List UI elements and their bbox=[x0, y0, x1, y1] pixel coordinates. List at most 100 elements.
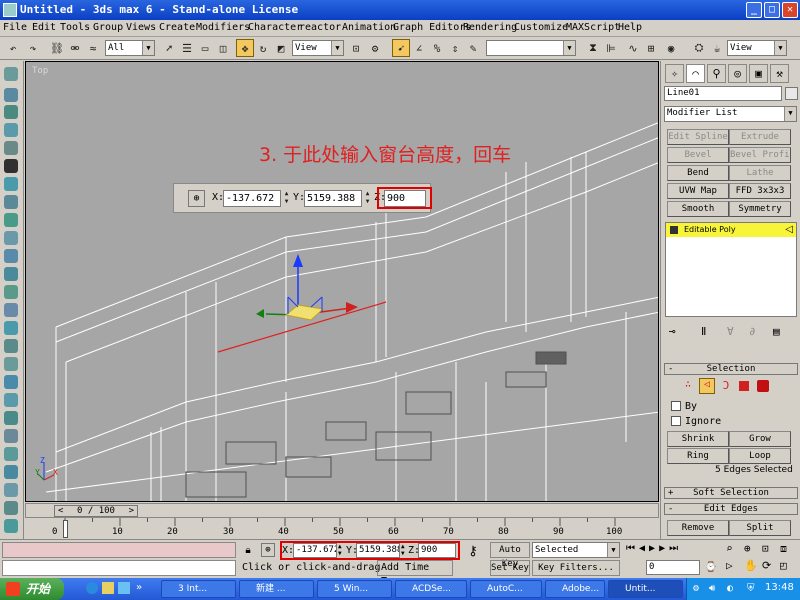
vertex-icon[interactable]: ∴ bbox=[681, 379, 695, 393]
volume-icon[interactable]: 🔊︎ bbox=[709, 583, 715, 594]
element-icon[interactable] bbox=[757, 380, 769, 392]
ffd-button[interactable]: FFD 3x3x3 bbox=[729, 183, 791, 199]
configure-sets-icon[interactable]: ▤ bbox=[773, 325, 780, 338]
modifier-list-dropdown[interactable]: Modifier List ▼ bbox=[664, 106, 797, 122]
select-manipulate-icon[interactable]: ⚙ bbox=[366, 39, 384, 57]
pin-stack-icon[interactable]: ⊸ bbox=[669, 325, 676, 338]
tray-icon[interactable]: ⚙ bbox=[693, 583, 699, 594]
selection-filter-dropdown[interactable]: All ▼ bbox=[105, 40, 155, 56]
tray-icon[interactable]: ◐ bbox=[727, 583, 733, 594]
smooth-button[interactable]: Smooth bbox=[667, 201, 729, 217]
menu-reactor[interactable]: reactor bbox=[299, 22, 341, 33]
taskbar-item[interactable]: Adobe... bbox=[545, 580, 605, 598]
by-vertex-checkbox[interactable] bbox=[671, 401, 681, 411]
taskbar-item[interactable]: AutoC... bbox=[470, 580, 542, 598]
selection-rollout-header[interactable]: - Selection bbox=[664, 363, 798, 375]
make-unique-icon[interactable]: ∀ bbox=[727, 325, 734, 338]
key-icon[interactable]: ⚷ bbox=[462, 544, 484, 559]
next-frame-icon[interactable]: ▶ bbox=[659, 543, 669, 554]
object-name-field[interactable]: Line01 bbox=[664, 86, 782, 101]
tab-icon[interactable] bbox=[4, 123, 18, 137]
x-spinner-arrows[interactable]: ▲ ▼ bbox=[282, 190, 291, 207]
utilities-tab-icon[interactable]: ⚒ bbox=[770, 64, 789, 83]
rect-selection-icon[interactable]: ▭ bbox=[196, 39, 214, 57]
lathe-button[interactable]: Lathe bbox=[729, 165, 791, 181]
tab-icon[interactable] bbox=[4, 177, 18, 191]
edge-icon[interactable]: ◁ bbox=[699, 378, 715, 394]
select-and-move-icon[interactable]: ✥ bbox=[236, 39, 254, 57]
tab-icon[interactable] bbox=[4, 321, 18, 335]
browser-icon[interactable] bbox=[86, 582, 98, 594]
reference-coordinate-dropdown[interactable]: View ▼ bbox=[292, 40, 344, 56]
current-frame-marker[interactable] bbox=[63, 520, 68, 538]
zoom-icon[interactable]: ⌕ bbox=[726, 542, 733, 555]
menu-graph-editors[interactable]: Graph Editors bbox=[393, 22, 471, 33]
lock-icon[interactable]: 🔒︎ bbox=[241, 543, 255, 557]
menu-help[interactable]: Help bbox=[618, 22, 642, 33]
taskbar-item[interactable]: ACDSe... bbox=[395, 580, 467, 598]
window-crossing-icon[interactable]: ◫ bbox=[214, 39, 232, 57]
key-filters-button[interactable]: Key Filters... bbox=[532, 560, 620, 576]
tab-icon[interactable] bbox=[4, 429, 18, 443]
modify-tab-icon[interactable]: ⌒ bbox=[686, 64, 705, 83]
start-button[interactable]: 开始 bbox=[0, 578, 64, 600]
tab-icon[interactable] bbox=[4, 483, 18, 497]
loop-button[interactable]: Loop bbox=[729, 448, 791, 464]
taskbar-item[interactable]: 5 Win... bbox=[317, 580, 392, 598]
menu-group[interactable]: Group bbox=[93, 22, 123, 33]
go-to-start-icon[interactable]: ⏮ bbox=[626, 543, 639, 554]
schematic-view-icon[interactable]: ⊞ bbox=[642, 39, 660, 57]
taskbar-item[interactable]: 新建 ... bbox=[239, 580, 314, 598]
chevron-right-icon[interactable]: » bbox=[136, 582, 142, 593]
set-key-button[interactable]: Set Key bbox=[490, 560, 530, 576]
x-coordinate-input[interactable]: -137.672 bbox=[223, 190, 281, 207]
align-icon[interactable]: ⊫ bbox=[602, 39, 620, 57]
curve-editor-icon[interactable]: ∿ bbox=[624, 39, 642, 57]
split-button[interactable]: Split bbox=[729, 520, 791, 536]
link-icon[interactable]: ⛓ bbox=[48, 39, 66, 57]
stack-item-editable-poly[interactable]: Editable Poly ◁ bbox=[666, 223, 796, 237]
render-scene-icon[interactable]: ⛭ bbox=[690, 39, 708, 57]
track-bar[interactable]: 0 10 20 30 40 50 60 70 80 90 100 bbox=[25, 518, 659, 539]
go-to-end-icon[interactable]: ⏭ bbox=[669, 543, 682, 554]
menu-customize[interactable]: Customize bbox=[514, 22, 568, 33]
tab-icon[interactable] bbox=[4, 285, 18, 299]
motion-tab-icon[interactable]: ◎ bbox=[728, 64, 747, 83]
tab-icon[interactable] bbox=[4, 447, 18, 461]
tab-icon[interactable] bbox=[4, 105, 18, 119]
time-config-icon[interactable]: ⌚ bbox=[703, 560, 719, 575]
bind-space-warp-icon[interactable]: ≈ bbox=[84, 39, 102, 57]
tab-icon[interactable] bbox=[4, 249, 18, 263]
zoom-extents-icon[interactable]: ⊡ bbox=[762, 542, 769, 555]
bevel-profile-button[interactable]: Bevel Profile bbox=[729, 147, 791, 163]
pivot-center-icon[interactable]: ⊡ bbox=[347, 39, 365, 57]
auto-key-button[interactable]: Auto Key bbox=[490, 542, 530, 569]
edit-spline-button[interactable]: Edit Spline bbox=[667, 129, 729, 145]
time-slider-thumb[interactable]: < 0 / 100 > bbox=[54, 505, 138, 517]
zoom-extents-all-icon[interactable]: ⧈ bbox=[780, 542, 787, 556]
arc-rotate-icon[interactable]: ⟳ bbox=[762, 559, 771, 572]
previous-frame-icon[interactable]: ◀ bbox=[639, 543, 649, 554]
spinner-snap-icon[interactable]: ⇕ bbox=[446, 39, 464, 57]
current-frame-input[interactable]: 0 bbox=[646, 560, 700, 575]
edit-edges-rollout-header[interactable]: - Edit Edges bbox=[664, 503, 798, 515]
close-button[interactable]: ✕ bbox=[782, 2, 798, 18]
add-time-tag-button[interactable]: Add Time Tag bbox=[377, 560, 453, 587]
tab-icon[interactable] bbox=[4, 411, 18, 425]
desktop-icon[interactable] bbox=[118, 582, 130, 594]
snaps-toggle-icon[interactable]: ➹ bbox=[392, 39, 410, 57]
uvw-map-button[interactable]: UVW Map bbox=[667, 183, 729, 199]
tab-icon[interactable] bbox=[4, 339, 18, 353]
percent-snap-icon[interactable]: % bbox=[428, 39, 446, 57]
maximize-viewport-icon[interactable]: ◰ bbox=[780, 559, 787, 572]
menu-modifiers[interactable]: Modifiers bbox=[196, 22, 250, 33]
quick-render-icon[interactable]: ☕ bbox=[708, 39, 726, 57]
tab-icon[interactable] bbox=[4, 465, 18, 479]
tab-icon[interactable] bbox=[4, 375, 18, 389]
named-selection-dropdown[interactable]: ▼ bbox=[486, 40, 576, 56]
maxscript-listener-white[interactable] bbox=[2, 560, 236, 576]
ring-button[interactable]: Ring bbox=[667, 448, 729, 464]
bevel-button[interactable]: Bevel bbox=[667, 147, 729, 163]
field-of-view-icon[interactable]: ▷ bbox=[726, 559, 733, 572]
bend-button[interactable]: Bend bbox=[667, 165, 729, 181]
